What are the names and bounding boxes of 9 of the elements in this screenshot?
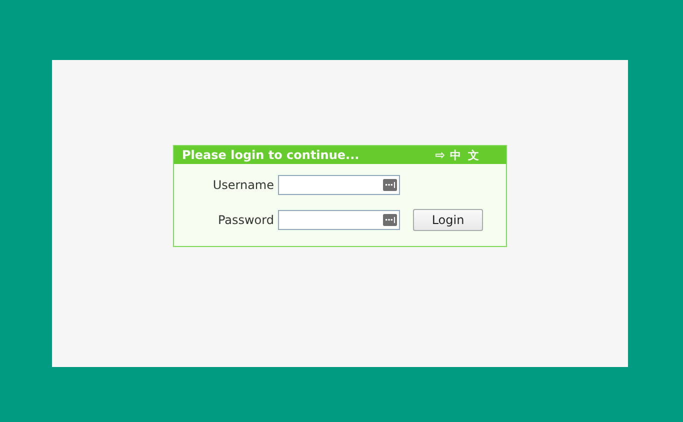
input-field[interactable]	[278, 175, 400, 195]
login-title: Please login to continue...	[182, 148, 360, 162]
arrow-icon: ⇨	[435, 148, 446, 162]
field-label: Password	[216, 213, 274, 227]
input-field[interactable]	[278, 210, 400, 230]
dots-icon	[383, 214, 397, 226]
dots-icon	[383, 179, 397, 191]
login-button[interactable]: Login	[413, 209, 483, 231]
field-label: Username	[212, 178, 274, 192]
